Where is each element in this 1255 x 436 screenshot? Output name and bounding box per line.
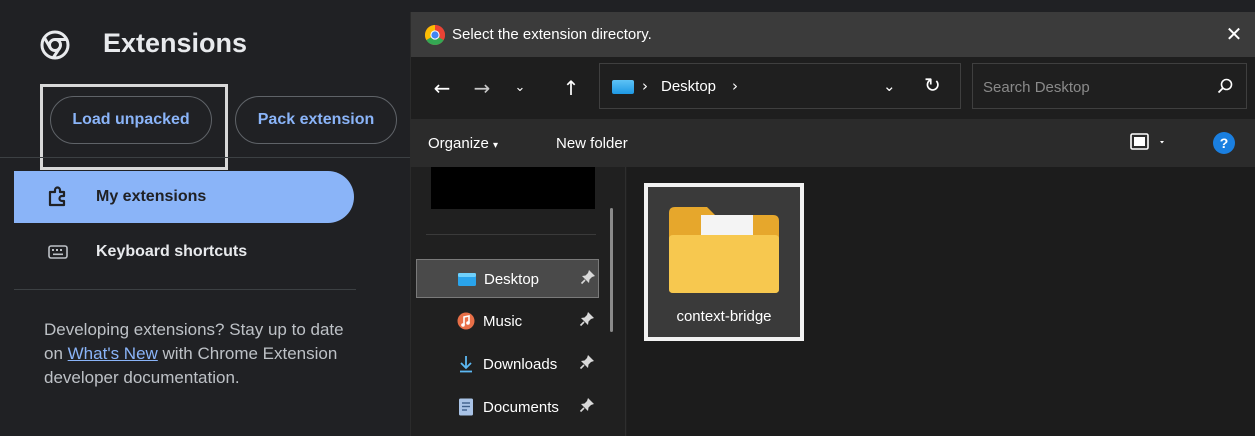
redacted-area — [431, 167, 595, 209]
desktop-folder-icon — [458, 273, 476, 286]
puzzle-icon — [46, 185, 70, 209]
help-button[interactable]: ? — [1213, 132, 1235, 154]
load-unpacked-button[interactable]: Load unpacked — [50, 96, 212, 144]
keyboard-icon — [46, 240, 70, 264]
folder-item-label: context-bridge — [676, 308, 772, 325]
address-dropdown-chevron-icon[interactable]: ⌄ — [883, 77, 896, 95]
search-icon[interactable] — [1216, 77, 1234, 95]
extensions-header: Extensions — [0, 0, 410, 90]
sidebar-item-my-extensions[interactable]: My extensions — [14, 171, 354, 223]
file-dialog: Select the extension directory. ✕ ← → ⌄ … — [410, 12, 1255, 436]
breadcrumb-separator: › — [642, 77, 648, 95]
breadcrumb-desktop[interactable]: Desktop — [661, 78, 716, 95]
address-bar[interactable]: › Desktop › ⌄ ↻ — [599, 63, 961, 109]
folder-icon: JS — [669, 207, 779, 293]
quick-access-label: Desktop — [484, 271, 540, 288]
chrome-logo-icon — [40, 30, 70, 60]
quick-access-label: Documents — [483, 399, 559, 416]
search-input[interactable] — [983, 76, 1203, 98]
quick-access-desktop[interactable]: Desktop — [416, 259, 599, 298]
back-arrow-icon[interactable]: ← — [429, 75, 455, 101]
organize-menu[interactable]: Organize ▾ — [428, 135, 498, 152]
pin-icon — [579, 312, 594, 327]
pin-icon — [579, 355, 594, 370]
whats-new-link[interactable]: What's New — [68, 344, 158, 363]
quick-access-label: Music — [483, 313, 523, 330]
documents-icon — [459, 398, 473, 416]
new-folder-button[interactable]: New folder — [556, 135, 628, 152]
pin-icon — [580, 270, 595, 285]
forward-arrow-icon[interactable]: → — [469, 75, 495, 101]
dialog-command-bar: Organize ▾ New folder ? — [411, 119, 1255, 167]
quick-access-documents[interactable]: Documents — [416, 388, 599, 427]
close-button[interactable]: ✕ — [1220, 20, 1248, 48]
download-icon — [460, 356, 472, 373]
navigation-pane: Desktop Music Downloads Documents — [411, 167, 626, 436]
sidebar-divider — [14, 289, 356, 290]
recent-locations-chevron-icon[interactable]: ⌄ — [507, 75, 533, 101]
refresh-icon[interactable]: ↻ — [924, 73, 941, 97]
view-options-icon[interactable] — [1129, 131, 1177, 155]
dialog-titlebar: Select the extension directory. ✕ — [411, 12, 1255, 57]
pin-icon — [579, 398, 594, 413]
folder-item-context-bridge[interactable]: JS context-bridge — [644, 183, 804, 341]
navigation-scrollbar[interactable] — [610, 208, 613, 332]
sidebar-item-label: My extensions — [96, 188, 207, 205]
sidebar-item-keyboard-shortcuts[interactable]: Keyboard shortcuts — [14, 226, 354, 278]
dialog-title: Select the extension directory. — [452, 26, 652, 43]
header-divider — [0, 157, 410, 158]
quick-access-label: Downloads — [483, 356, 558, 373]
organize-label: Organize — [428, 135, 489, 152]
sidebar-item-label: Keyboard shortcuts — [96, 243, 248, 260]
extensions-page: Extensions Load unpacked Pack extension … — [0, 0, 410, 436]
developer-note: Developing extensions? Stay up to date o… — [44, 318, 364, 390]
up-arrow-icon[interactable]: ↑ — [558, 75, 584, 101]
dialog-navigation-bar: ← → ⌄ ↑ › Desktop › ⌄ ↻ — [411, 57, 1255, 119]
navigation-divider — [426, 234, 596, 235]
breadcrumb-separator[interactable]: › — [732, 77, 738, 95]
caret-down-icon: ▾ — [493, 140, 499, 151]
pack-extension-button[interactable]: Pack extension — [235, 96, 397, 144]
quick-access-music[interactable]: Music — [416, 302, 599, 341]
search-box[interactable] — [972, 63, 1247, 109]
chrome-color-logo-icon — [425, 25, 445, 45]
page-title: Extensions — [103, 28, 248, 58]
music-icon — [457, 312, 475, 330]
quick-access-downloads[interactable]: Downloads — [416, 345, 599, 384]
file-list: JS context-bridge — [627, 167, 1255, 436]
desktop-folder-icon — [612, 80, 634, 94]
